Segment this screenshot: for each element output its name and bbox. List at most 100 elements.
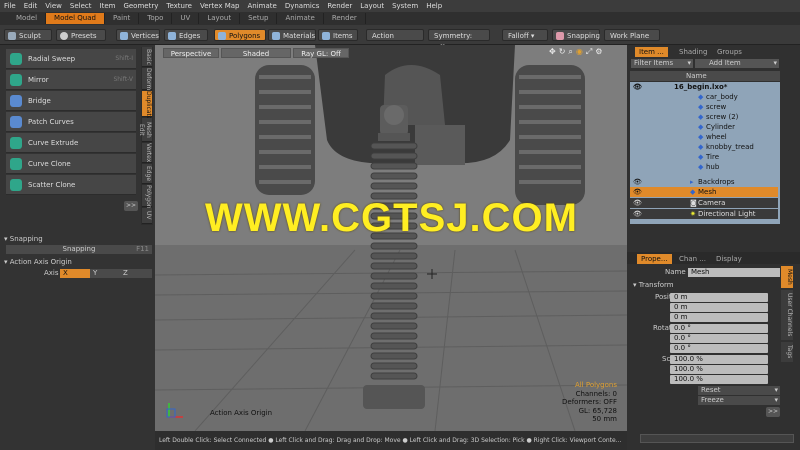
item-row[interactable]: 👁 ◙ Camera [630, 198, 778, 208]
tab-properties[interactable]: Prope... [637, 254, 672, 264]
tab-model-quad[interactable]: Model Quad [46, 13, 105, 24]
position-y-field[interactable]: 0 m [670, 303, 768, 312]
axis-x-button[interactable]: X [60, 269, 90, 278]
axis-z-button[interactable]: Z [120, 269, 152, 278]
eye-icon[interactable]: 👁 [633, 82, 642, 92]
scale-y-field[interactable]: 100.0 % [670, 365, 768, 374]
vtab-user-channels[interactable]: User Channels [781, 290, 793, 340]
menu-render[interactable]: Render [327, 2, 352, 10]
shading-dropdown[interactable]: Shaded [221, 48, 291, 58]
position-z-field[interactable]: 0 m [670, 313, 768, 322]
item-row[interactable]: 👁 16_begin.lxo* [630, 82, 778, 92]
zoom-view-icon[interactable]: ⌕ [568, 47, 572, 57]
snapping-button[interactable]: Snapping [552, 29, 600, 41]
transform-header[interactable]: ▾ Transform [633, 281, 674, 290]
tab-shading[interactable]: Shading [675, 47, 711, 57]
radial-sweep-tool[interactable]: Radial Sweep Shift-I [6, 49, 136, 69]
action-center-dropdown[interactable]: Action Center ▾ [366, 29, 424, 52]
menu-layout[interactable]: Layout [360, 2, 384, 10]
vtab-deform[interactable]: Deform [142, 68, 152, 90]
scale-x-field[interactable]: 100.0 % [670, 355, 768, 364]
move-view-icon[interactable]: ✥ [549, 47, 556, 57]
menu-system[interactable]: System [392, 2, 418, 10]
item-row-selected[interactable]: 👁 ◆ Mesh [630, 187, 778, 197]
symmetry-dropdown[interactable]: Symmetry: Off ▾ [428, 29, 490, 52]
freeze-dropdown[interactable]: Freeze ▾ [698, 396, 780, 405]
vertices-button[interactable]: Vertices [116, 29, 160, 41]
item-row[interactable]: ◆ car_body [630, 92, 778, 102]
position-x-field[interactable]: 0 m [670, 293, 768, 302]
items-button[interactable]: Items [318, 29, 358, 41]
tab-layout[interactable]: Layout [199, 13, 241, 24]
falloff-dropdown[interactable]: Falloff ▾ [502, 29, 548, 41]
item-row[interactable]: ◆ Tire [630, 152, 778, 162]
tab-display[interactable]: Display [712, 254, 746, 264]
patch-curves-tool[interactable]: Patch Curves [6, 112, 136, 132]
snapping-section-header[interactable]: ▾ Snapping [4, 235, 43, 243]
scale-z-field[interactable]: 100.0 % [670, 375, 768, 384]
materials-button[interactable]: Materials [268, 29, 316, 41]
eye-icon[interactable]: 👁 [633, 209, 642, 219]
snapping-toggle[interactable]: Snapping F11 [6, 245, 152, 254]
add-item-dropdown[interactable]: Add Item ▾ [695, 59, 779, 68]
tab-channels[interactable]: Chan ... [675, 254, 710, 264]
curve-clone-tool[interactable]: Curve Clone [6, 154, 136, 174]
bridge-tool[interactable]: Bridge [6, 91, 136, 111]
axis-y-button[interactable]: Y [90, 269, 120, 278]
menu-help[interactable]: Help [426, 2, 442, 10]
edges-button[interactable]: Edges [164, 29, 208, 41]
menu-select[interactable]: Select [70, 2, 92, 10]
vtab-mesh-edit[interactable]: Mesh Edit [138, 118, 152, 142]
curve-extrude-tool[interactable]: Curve Extrude [6, 133, 136, 153]
tab-item-list[interactable]: Item ... [635, 47, 668, 57]
vtab-basic[interactable]: Basic [142, 47, 152, 67]
menu-view[interactable]: View [45, 2, 62, 10]
tab-groups[interactable]: Groups [713, 47, 746, 57]
menu-vertex-map[interactable]: Vertex Map [200, 2, 240, 10]
item-row[interactable]: ◆ knobby_tread [630, 142, 778, 152]
item-name-field[interactable]: Mesh [688, 268, 780, 277]
sculpt-button[interactable]: Sculpt [4, 29, 52, 41]
menu-dynamics[interactable]: Dynamics [285, 2, 320, 10]
polygons-button[interactable]: Polygons [214, 29, 266, 41]
eye-icon[interactable]: 👁 [633, 198, 642, 208]
settings-icon[interactable]: ⚙ [595, 47, 602, 57]
vtab-mesh[interactable]: Mesh [781, 266, 793, 288]
axis-section-header[interactable]: ▾ Action Axis Origin [4, 258, 72, 266]
reset-dropdown[interactable]: Reset ▾ [698, 386, 780, 395]
ray-gl-toggle[interactable]: Ray GL: Off [293, 48, 349, 58]
tab-render[interactable]: Render [324, 13, 366, 24]
vtab-edge[interactable]: Edge [142, 164, 152, 184]
view-type-dropdown[interactable]: Perspective [163, 48, 219, 58]
work-plane-dropdown[interactable]: Work Plane ▾ [604, 29, 660, 52]
tab-topo[interactable]: Topo [139, 13, 173, 24]
menu-texture[interactable]: Texture [166, 2, 192, 10]
item-row[interactable]: ◆ Cylinder [630, 122, 778, 132]
expand-properties-button[interactable]: >> [766, 407, 780, 417]
eye-icon[interactable]: 👁 [633, 177, 642, 187]
filter-items-dropdown[interactable]: Filter Items ▾ [631, 59, 693, 68]
command-input[interactable] [640, 434, 794, 443]
scatter-clone-tool[interactable]: Scatter Clone [6, 175, 136, 195]
item-row[interactable]: ◆ screw (2) [630, 112, 778, 122]
tab-paint[interactable]: Paint [105, 13, 140, 24]
item-row[interactable]: ◆ hub [630, 162, 778, 172]
mirror-tool[interactable]: Mirror Shift-V [6, 70, 136, 90]
item-row[interactable]: 👁 ✷ Directional Light [630, 209, 778, 219]
item-row[interactable]: ◆ screw [630, 102, 778, 112]
maximize-view-icon[interactable]: ⤢ [586, 47, 592, 57]
vtab-vertex[interactable]: Vertex [142, 143, 152, 163]
rotation-z-field[interactable]: 0.0 ° [670, 344, 768, 353]
menu-geometry[interactable]: Geometry [123, 2, 158, 10]
menu-item[interactable]: Item [100, 2, 116, 10]
rotate-view-icon[interactable]: ↻ [559, 47, 566, 57]
vtab-uv[interactable]: UV [142, 208, 152, 224]
tab-model[interactable]: Model [8, 13, 47, 24]
expand-tools-button[interactable]: >> [124, 201, 138, 211]
tab-animate[interactable]: Animate [277, 13, 324, 24]
fit-view-icon[interactable]: ◉ [576, 47, 583, 57]
menu-file[interactable]: File [4, 2, 16, 10]
menu-animate[interactable]: Animate [247, 2, 276, 10]
presets-button[interactable]: Presets F6 [56, 29, 106, 52]
eye-icon[interactable]: 👁 [633, 187, 642, 197]
